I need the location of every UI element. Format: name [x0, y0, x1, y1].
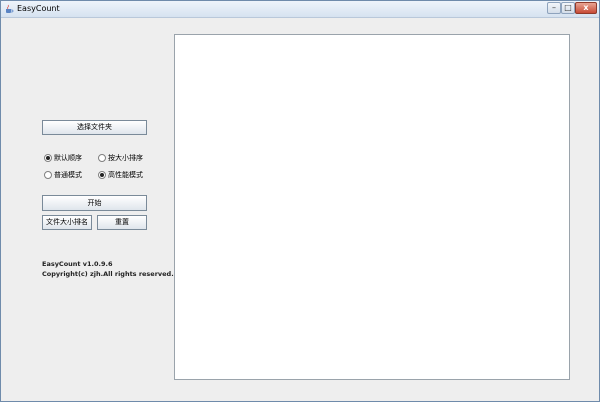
maximize-button[interactable]: □ — [561, 2, 575, 14]
java-cup-icon — [6, 4, 14, 13]
version-label: EasyCount v1.0.9.6 — [42, 260, 113, 268]
radio-default-order[interactable]: 默认顺序 — [44, 153, 89, 163]
copyright-label: Copyright(c) zjh.All rights reserved. — [42, 270, 174, 278]
radio-label: 按大小排序 — [108, 154, 143, 162]
radio-normal-mode[interactable]: 普通模式 — [44, 170, 89, 180]
main-panel: 选择文件夹 默认顺序 按大小排序 普通模式 高性能模式 开始 文件大小排名 重置… — [1, 18, 599, 400]
radio-sort-by-size[interactable]: 按大小排序 — [98, 153, 148, 163]
window-title: EasyCount — [17, 4, 60, 13]
close-button[interactable]: x — [575, 2, 597, 14]
radio-high-performance-mode[interactable]: 高性能模式 — [98, 170, 148, 180]
radio-indicator — [98, 154, 106, 162]
radio-label: 普通模式 — [54, 171, 82, 179]
minimize-button[interactable]: – — [547, 2, 561, 14]
radio-indicator — [44, 154, 52, 162]
title-bar[interactable]: EasyCount – □ x — [1, 1, 599, 18]
select-folder-button[interactable]: 选择文件夹 — [42, 120, 147, 135]
radio-label: 高性能模式 — [108, 171, 143, 179]
radio-indicator — [44, 171, 52, 179]
results-text-area[interactable] — [174, 34, 570, 380]
start-button[interactable]: 开始 — [42, 195, 147, 211]
radio-label: 默认顺序 — [54, 154, 82, 162]
reset-button[interactable]: 重置 — [97, 215, 147, 230]
app-window: EasyCount – □ x 选择文件夹 默认顺序 按大小排序 普通模式 高性… — [0, 0, 600, 402]
file-size-rank-button[interactable]: 文件大小排名 — [42, 215, 92, 230]
radio-indicator — [98, 171, 106, 179]
